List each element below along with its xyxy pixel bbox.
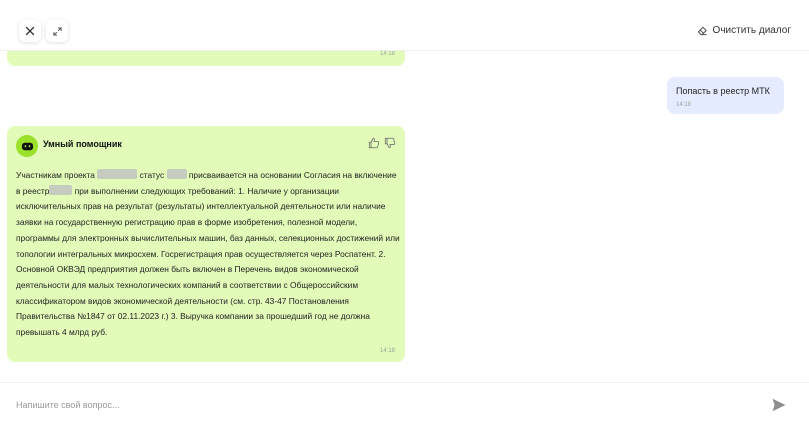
message-time: 14:18: [379, 51, 395, 57]
bot-avatar: [16, 135, 38, 157]
send-icon[interactable]: [771, 397, 787, 413]
expand-icon: [52, 26, 62, 36]
user-message-text: Попасть в реестр МТК: [676, 86, 770, 96]
chat-messages[interactable]: 14:18 Попасть в реестр МТК 14:18 Умный п…: [0, 50, 809, 382]
bot-text-part: статус: [139, 170, 165, 180]
bot-message: Умный помощник Участникам проекта статус…: [7, 126, 405, 362]
message-time: 14:18: [379, 348, 395, 354]
bot-name: Умный помощник: [43, 139, 122, 149]
bot-face-icon: [21, 142, 33, 150]
bot-text-part: Участникам проекта: [16, 170, 95, 180]
message-composer: [0, 382, 809, 435]
eraser-icon: [697, 26, 707, 36]
expand-button[interactable]: [46, 20, 68, 42]
message-time: 14:18: [676, 102, 692, 108]
redacted-text: [97, 169, 138, 179]
clear-dialog-button[interactable]: Очистить диалог: [697, 25, 791, 36]
redacted-text: [49, 184, 73, 195]
thumbs-down-icon[interactable]: [384, 137, 396, 149]
previous-bot-message: 14:18: [7, 50, 405, 66]
redacted-text: [166, 169, 187, 179]
close-button[interactable]: [19, 20, 41, 42]
message-input[interactable]: [14, 393, 738, 417]
close-icon: [25, 26, 35, 36]
thumbs-up-icon[interactable]: [368, 137, 380, 149]
user-message: Попасть в реестр МТК 14:18: [667, 77, 784, 114]
chat-header: Очистить диалог: [0, 0, 809, 51]
bot-message-text: Участникам проекта статус присваивается …: [16, 168, 400, 341]
bot-text-part: при выполнении следующих требований: 1. …: [16, 185, 400, 338]
clear-dialog-label: Очистить диалог: [712, 25, 791, 36]
